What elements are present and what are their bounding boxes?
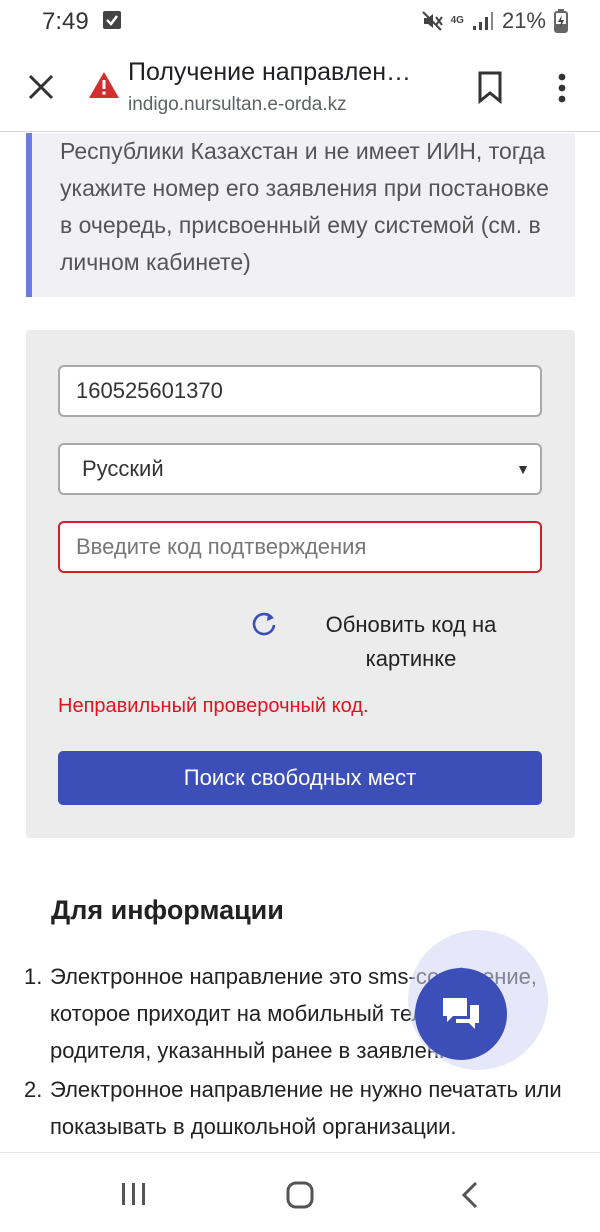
mute-icon <box>421 11 443 31</box>
search-free-places-button[interactable]: Поиск свободных мест <box>58 751 542 805</box>
language-select-value: Русский <box>82 456 164 481</box>
back-icon[interactable] <box>460 1180 480 1210</box>
list-item-text: Электронное направление не нужно печатат… <box>50 1077 562 1139</box>
info-heading: Для информации <box>51 895 284 925</box>
home-icon[interactable] <box>285 1180 315 1210</box>
info-callout: Республики Казахстан и не имеет ИИН, тог… <box>26 133 575 297</box>
page-title[interactable]: Получение направлен… <box>128 58 438 87</box>
status-icons: 4G 21% <box>421 8 568 34</box>
system-navigation-bar <box>0 1152 600 1232</box>
status-time: 7:49 <box>42 8 89 35</box>
battery-charging-icon <box>554 9 568 33</box>
status-bar: 7:49 4G 21% <box>0 0 600 44</box>
search-form-panel: 160525601370 Русский ▼ Введите код подтв… <box>26 330 575 838</box>
insecure-warning-icon[interactable] <box>88 70 120 100</box>
error-message: Неправильный проверочный код. <box>58 695 369 717</box>
battery-percent: 21% <box>501 8 546 33</box>
refresh-icon[interactable] <box>250 610 278 638</box>
signal-icon <box>472 12 493 30</box>
notification-check-icon <box>103 11 121 29</box>
browser-toolbar: Получение направлен… indigo.nursultan.e-… <box>0 44 600 132</box>
network-label: 4G <box>450 15 464 26</box>
dropdown-arrow-icon: ▼ <box>516 461 530 477</box>
page-url[interactable]: indigo.nursultan.e-orda.kz <box>128 94 347 116</box>
language-select[interactable]: Русский ▼ <box>58 443 542 495</box>
chat-bubbles-icon <box>443 998 479 1029</box>
captcha-input[interactable]: Введите код подтверждения <box>58 521 542 573</box>
recent-apps-icon[interactable] <box>120 1181 148 1207</box>
callout-text: Республики Казахстан и не имеет ИИН, тог… <box>60 138 549 275</box>
list-item-number: 2. <box>24 1077 43 1102</box>
refresh-captcha-link[interactable]: Обновить код на картинке <box>306 608 516 676</box>
iin-input[interactable]: 160525601370 <box>58 365 542 417</box>
list-item: 2. Электронное направление не нужно печа… <box>24 1071 584 1145</box>
chat-button[interactable] <box>415 968 507 1060</box>
more-options-icon[interactable] <box>550 72 574 104</box>
bookmark-icon[interactable] <box>476 70 504 105</box>
close-tab-icon[interactable] <box>26 72 56 102</box>
list-item-number: 1. <box>24 964 43 989</box>
